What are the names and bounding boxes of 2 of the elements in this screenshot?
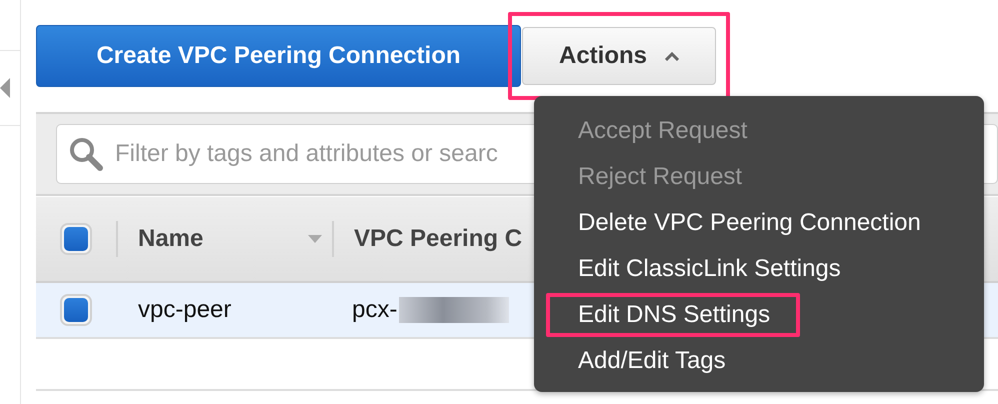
table-cell: vpc-peer [138, 296, 232, 324]
table-cell: pcx- [352, 296, 398, 324]
